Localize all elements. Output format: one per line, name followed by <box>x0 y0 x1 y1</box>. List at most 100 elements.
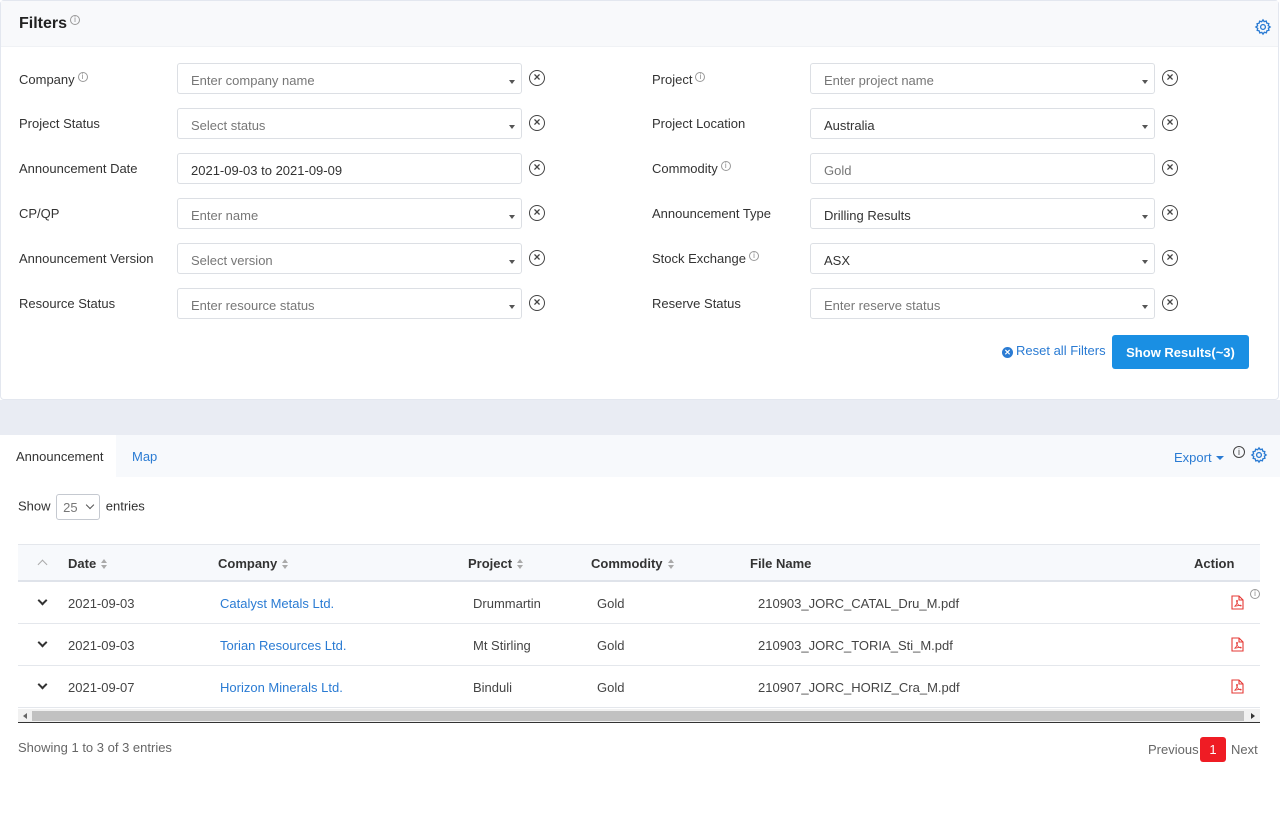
previous-page-button[interactable]: Previous <box>1148 742 1199 757</box>
column-project[interactable]: Project <box>468 556 524 571</box>
scroll-right-icon[interactable] <box>1251 713 1255 719</box>
clear-icon[interactable]: × <box>1162 70 1178 86</box>
filter-label-text: Commodity <box>652 161 718 176</box>
reset-filters-link[interactable]: ✕ Reset all Filters <box>1002 343 1106 358</box>
filter-label-text: Project Location <box>652 116 746 131</box>
caret-down-icon <box>1215 456 1224 460</box>
entries-label: entries <box>105 498 145 514</box>
column-action: Action <box>1194 556 1235 571</box>
cell-commodity: Gold <box>597 680 625 695</box>
clear-icon[interactable]: × <box>529 160 545 176</box>
column-company[interactable]: Company <box>218 556 289 571</box>
filters-panel: Filters i Company i Enter company name × Proj… <box>0 0 1279 400</box>
clear-icon[interactable]: × <box>1162 295 1178 311</box>
column-commodity-label: Commodity <box>591 556 663 571</box>
filter-label-text: Reserve Status <box>652 296 741 311</box>
gear-icon[interactable] <box>1250 446 1268 464</box>
caret-down-icon <box>1142 305 1148 309</box>
info-icon[interactable]: i <box>720 161 731 171</box>
announcement-type-field[interactable]: Drilling Results <box>810 198 1155 229</box>
clear-icon[interactable]: × <box>529 70 545 86</box>
clear-icon[interactable]: × <box>529 115 545 131</box>
chevron-down-icon[interactable] <box>37 679 48 690</box>
clear-icon[interactable]: × <box>529 250 545 266</box>
filter-label: Commodity i <box>652 161 731 176</box>
chevron-up-icon[interactable] <box>37 559 48 570</box>
caret-down-icon <box>509 260 515 264</box>
clear-icon[interactable]: × <box>529 295 545 311</box>
project-location-field[interactable]: Australia <box>810 108 1155 139</box>
filter-label: Reserve Status <box>652 296 741 311</box>
table-summary: Showing 1 to 3 of 3 entries <box>18 740 172 755</box>
clear-icon[interactable]: × <box>1162 160 1178 176</box>
pdf-icon[interactable] <box>1231 679 1244 694</box>
clear-icon[interactable]: × <box>1162 250 1178 266</box>
cell-file-name: 210907_JORC_HORIZ_Cra_M.pdf <box>758 680 960 695</box>
cell-project: Binduli <box>473 680 513 695</box>
column-commodity[interactable]: Commodity <box>591 556 675 571</box>
filter-label-text: Stock Exchange <box>652 251 746 266</box>
entries-select[interactable]: 25 <box>56 494 101 520</box>
chevron-down-icon <box>85 500 95 510</box>
clear-icon[interactable]: × <box>529 205 545 221</box>
horizontal-scrollbar[interactable] <box>18 709 1260 723</box>
stock-exchange-field[interactable]: ASX <box>810 243 1155 274</box>
cell-company-link[interactable]: Horizon Minerals Ltd. <box>220 680 343 695</box>
field-text: Drilling Results <box>824 208 911 223</box>
reserve-status-field[interactable]: Enter reserve status <box>810 288 1155 319</box>
chevron-down-icon[interactable] <box>37 637 48 648</box>
cell-company-link[interactable]: Catalyst Metals Ltd. <box>220 596 334 611</box>
chevron-down-icon[interactable] <box>37 595 48 606</box>
table-row[interactable]: 2021-09-07 Horizon Minerals Ltd. Binduli Go… <box>18 666 1260 708</box>
clear-circle-icon: ✕ <box>1002 347 1013 358</box>
pdf-icon[interactable] <box>1231 595 1244 610</box>
info-icon[interactable]: i <box>70 15 81 25</box>
cell-company-link[interactable]: Torian Resources Ltd. <box>220 638 346 653</box>
project-status-field[interactable]: Select status <box>177 108 522 139</box>
info-icon[interactable]: i <box>1233 446 1245 458</box>
clear-icon[interactable]: × <box>1162 205 1178 221</box>
clear-icon[interactable]: × <box>1162 115 1178 131</box>
filter-label-text: Announcement Type <box>652 206 772 221</box>
field-text: Enter reserve status <box>824 298 941 313</box>
gear-icon[interactable] <box>1254 18 1272 36</box>
field-text: Select version <box>191 253 273 268</box>
scroll-left-icon[interactable] <box>23 713 27 719</box>
filter-label-text: CP/QP <box>19 206 60 221</box>
tab-map[interactable]: Map <box>132 449 157 464</box>
pdf-icon[interactable] <box>1231 637 1244 652</box>
column-date[interactable]: Date <box>68 556 108 571</box>
caret-down-icon <box>1142 80 1148 84</box>
announcement-date-field[interactable]: 2021-09-03 to 2021-09-09 <box>177 153 522 184</box>
next-page-button[interactable]: Next <box>1231 742 1258 757</box>
commodity-field[interactable]: Gold <box>810 153 1155 184</box>
results-panel: Announcement Map Export i Show 25 entrie… <box>0 435 1280 785</box>
filter-label: CP/QP <box>19 206 59 221</box>
info-icon[interactable]: i <box>1250 589 1260 599</box>
company-field[interactable]: Enter company name <box>177 63 522 94</box>
tab-announcement[interactable]: Announcement <box>0 435 116 477</box>
announcement-version-field[interactable]: Select version <box>177 243 522 274</box>
info-icon[interactable]: i <box>748 251 759 261</box>
cp-qp-field[interactable]: Enter name <box>177 198 522 229</box>
resource-status-field[interactable]: Enter resource status <box>177 288 522 319</box>
project-field[interactable]: Enter project name <box>810 63 1155 94</box>
table-row[interactable]: 2021-09-03 Catalyst Metals Ltd. Drummartin… <box>18 582 1260 624</box>
caret-down-icon <box>509 305 515 309</box>
field-text: Enter name <box>191 208 259 223</box>
cell-commodity: Gold <box>597 638 625 653</box>
export-dropdown[interactable]: Export <box>1174 450 1224 465</box>
field-text: Enter resource status <box>191 298 315 313</box>
info-icon[interactable]: i <box>77 72 88 82</box>
info-icon[interactable]: i <box>695 72 706 82</box>
caret-down-icon <box>1142 215 1148 219</box>
field-text: Australia <box>824 118 875 133</box>
table-row[interactable]: 2021-09-03 Torian Resources Ltd. Mt Stirli… <box>18 624 1260 666</box>
filter-label: Project Status <box>19 116 100 131</box>
caret-down-icon <box>509 125 515 129</box>
show-results-button[interactable]: Show Results(~3) <box>1112 335 1249 369</box>
cell-commodity: Gold <box>597 596 625 611</box>
cell-project: Drummartin <box>473 596 541 611</box>
page-1-button[interactable]: 1 <box>1200 737 1226 762</box>
scroll-thumb[interactable] <box>32 711 1244 721</box>
